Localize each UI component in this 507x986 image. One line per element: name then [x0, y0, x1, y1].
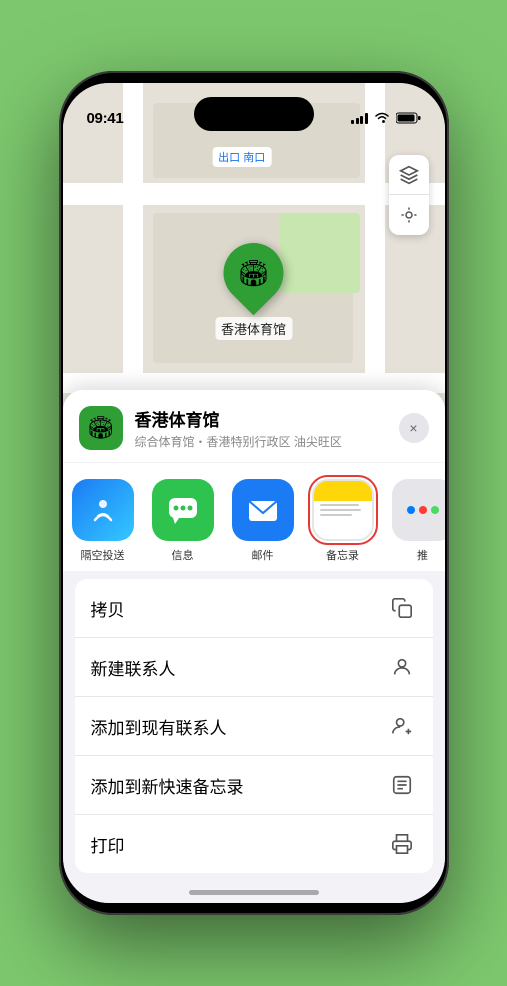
notes-label: 备忘录 — [326, 547, 359, 563]
status-time: 09:41 — [87, 110, 124, 127]
phone-frame: 09:41 — [59, 71, 449, 915]
venue-info: 香港体育馆 综合体育馆・香港特别行政区 油尖旺区 — [135, 406, 387, 450]
action-print-label: 打印 — [91, 832, 125, 857]
more-apps-icon — [392, 479, 445, 541]
map-road-h1 — [63, 183, 445, 205]
map-layers-button[interactable] — [389, 155, 429, 195]
signal-bar-2 — [356, 118, 359, 124]
add-existing-contact-icon — [387, 711, 417, 741]
action-new-contact-label: 新建联系人 — [91, 655, 176, 680]
notes-icon — [312, 479, 374, 541]
share-app-notes[interactable]: 备忘录 — [303, 479, 383, 563]
copy-icon — [387, 593, 417, 623]
action-copy[interactable]: 拷贝 — [75, 579, 433, 638]
airdrop-icon — [72, 479, 134, 541]
mail-icon — [232, 479, 294, 541]
bottom-sheet: 🏟 香港体育馆 综合体育馆・香港特别行政区 油尖旺区 × — [63, 390, 445, 903]
action-add-quick-note-label: 添加到新快速备忘录 — [91, 773, 244, 798]
action-add-quick-note[interactable]: 添加到新快速备忘录 — [75, 756, 433, 815]
action-copy-label: 拷贝 — [91, 596, 125, 621]
signal-bars-icon — [351, 112, 368, 124]
messages-icon — [152, 479, 214, 541]
share-app-airdrop[interactable]: 隔空投送 — [63, 479, 143, 563]
action-list: 拷贝 新建联系人 — [75, 579, 433, 873]
share-apps-row: 隔空投送 信息 — [63, 463, 445, 571]
pin-icon: 🏟 — [237, 258, 270, 289]
share-app-more[interactable]: 推 — [383, 479, 445, 563]
more-label: 推 — [417, 547, 428, 563]
print-icon — [387, 829, 417, 859]
signal-bar-3 — [360, 116, 363, 124]
pin-circle: 🏟 — [211, 231, 296, 316]
pin-label: 香港体育馆 — [215, 317, 292, 340]
venue-name: 香港体育馆 — [135, 406, 387, 431]
messages-label: 信息 — [172, 547, 194, 563]
location-pin: 🏟 香港体育馆 — [215, 243, 292, 340]
sheet-header: 🏟 香港体育馆 综合体育馆・香港特别行政区 油尖旺区 × — [63, 390, 445, 462]
map-location-button[interactable] — [389, 195, 429, 235]
airdrop-label: 隔空投送 — [81, 547, 125, 563]
new-contact-icon — [387, 652, 417, 682]
share-app-mail[interactable]: 邮件 — [223, 479, 303, 563]
signal-bar-1 — [351, 120, 354, 124]
battery-icon — [396, 112, 421, 124]
map-label: 出口 南口 — [212, 147, 271, 167]
status-icons — [351, 112, 421, 124]
mail-label: 邮件 — [252, 547, 274, 563]
dynamic-island — [194, 97, 314, 131]
venue-icon: 🏟 — [79, 406, 123, 450]
venue-sub: 综合体育馆・香港特别行政区 油尖旺区 — [135, 433, 387, 450]
action-new-contact[interactable]: 新建联系人 — [75, 638, 433, 697]
share-app-messages[interactable]: 信息 — [143, 479, 223, 563]
phone-screen: 09:41 — [63, 83, 445, 903]
signal-bar-4 — [365, 113, 368, 124]
action-add-existing[interactable]: 添加到现有联系人 — [75, 697, 433, 756]
map-controls[interactable] — [389, 155, 429, 235]
quick-note-icon — [387, 770, 417, 800]
home-indicator — [189, 890, 319, 895]
wifi-icon — [374, 112, 390, 124]
close-button[interactable]: × — [399, 413, 429, 443]
action-add-existing-label: 添加到现有联系人 — [91, 714, 227, 739]
action-print[interactable]: 打印 — [75, 815, 433, 873]
